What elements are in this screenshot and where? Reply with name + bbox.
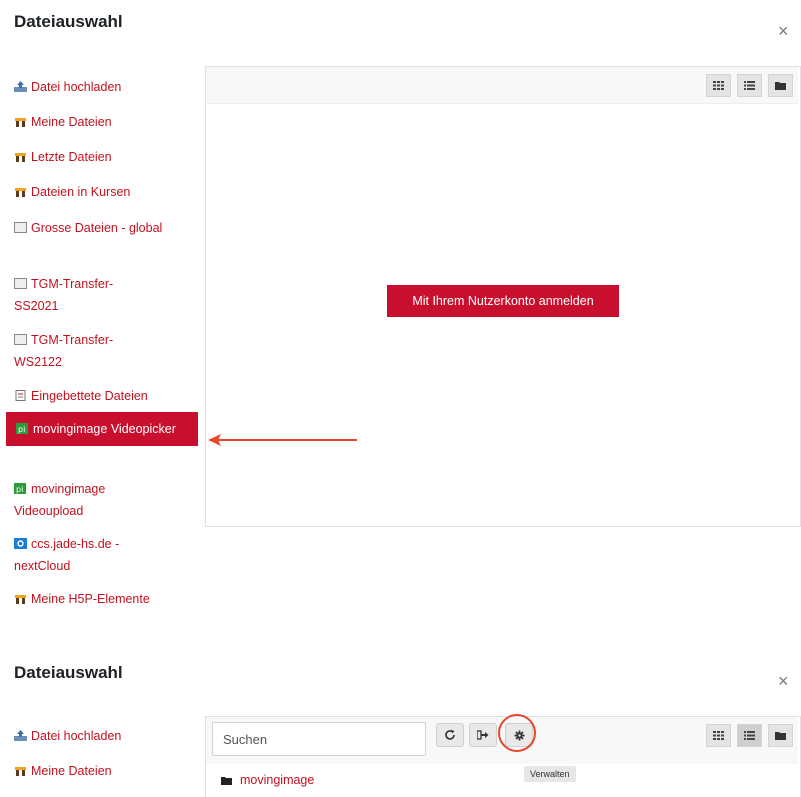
annotation-circle	[498, 714, 536, 752]
logout-button[interactable]	[469, 723, 497, 747]
sidebar-item-label: Dateien in Kursen	[31, 185, 131, 199]
nextcloud-icon	[14, 538, 27, 549]
refresh-button[interactable]	[436, 723, 464, 747]
sidebar-item-label: Datei hochladen	[31, 729, 122, 743]
dialog-title: Dateiauswahl	[14, 12, 123, 31]
folder-item-movingimage[interactable]: movingimage	[221, 773, 314, 787]
refresh-icon	[445, 729, 455, 740]
sidebar-item-tgm-ws2122[interactable]: TGM-Transfer-WS2122	[14, 329, 139, 373]
sidebar-item-label: Datei hochladen	[31, 80, 122, 94]
sidebar-item-label: Meine Dateien	[31, 115, 112, 129]
grid-icon	[713, 731, 724, 740]
sidebar-item-label: Eingebettete Dateien	[31, 389, 148, 403]
repository-icon	[14, 222, 27, 233]
icon-view-button[interactable]	[706, 724, 731, 747]
sidebar-item-label: TGM-Transfer-WS2122	[14, 333, 114, 369]
upload-icon	[14, 81, 27, 92]
close-icon[interactable]: ×	[778, 672, 789, 690]
search-placeholder: Suchen	[223, 731, 268, 747]
folder-icon	[775, 732, 786, 740]
user-files-icon	[15, 118, 26, 127]
login-button[interactable]: Mit Ihrem Nutzerkonto anmelden	[387, 285, 619, 317]
user-files-icon	[15, 188, 26, 197]
sidebar-item-movingimage-videopicker[interactable]: pi movingimage Videopicker	[6, 412, 198, 446]
embedded-files-icon	[15, 390, 26, 401]
sidebar-item-upload[interactable]: Datei hochladen	[14, 725, 194, 747]
list-view-button[interactable]	[737, 724, 762, 747]
repository-icon	[14, 334, 27, 345]
sidebar-item-label: Meine Dateien	[31, 764, 112, 778]
sidebar-item-recent-files[interactable]: Letzte Dateien	[14, 146, 194, 168]
icon-view-button[interactable]	[706, 74, 731, 97]
folder-icon	[221, 777, 232, 785]
movingimage-icon: pi	[14, 483, 26, 494]
sidebar-item-label: Letzte Dateien	[31, 150, 112, 164]
sidebar-item-label: ccs.jade-hs.de - nextCloud	[14, 537, 120, 573]
sidebar-item-label: Grosse Dateien - global	[31, 221, 163, 235]
upload-icon	[14, 730, 27, 741]
svg-text:pi: pi	[18, 425, 25, 434]
list-icon	[744, 81, 755, 90]
sidebar-item-label: movingimage Videoupload	[14, 482, 106, 518]
svg-text:pi: pi	[16, 485, 23, 494]
sidebar-item-embedded-files[interactable]: Eingebettete Dateien	[14, 385, 194, 407]
repository-icon	[14, 278, 27, 289]
sidebar-item-label: movingimage Videopicker	[33, 422, 176, 436]
tree-view-button[interactable]	[768, 724, 793, 747]
movingimage-icon: pi	[16, 423, 28, 434]
folder-icon	[775, 82, 786, 90]
list-view-button[interactable]	[737, 74, 762, 97]
close-icon[interactable]: ×	[778, 22, 789, 40]
dialog-title: Dateiauswahl	[14, 663, 123, 682]
annotation-arrow-icon	[208, 434, 357, 446]
sidebar-item-my-files[interactable]: Meine Dateien	[14, 111, 194, 133]
sidebar-item-nextcloud[interactable]: ccs.jade-hs.de - nextCloud	[14, 533, 154, 577]
sidebar-item-large-files[interactable]: Grosse Dateien - global	[14, 217, 164, 239]
sidebar-item-h5p[interactable]: Meine H5P-Elemente	[14, 588, 194, 610]
search-input[interactable]: Suchen	[212, 722, 426, 756]
sidebar-item-tgm-ss2021[interactable]: TGM-Transfer-SS2021	[14, 273, 139, 317]
sidebar-item-course-files[interactable]: Dateien in Kursen	[14, 181, 194, 203]
tooltip: Verwalten	[524, 766, 576, 782]
tree-view-button[interactable]	[768, 74, 793, 97]
folder-item-label: movingimage	[240, 773, 315, 787]
sidebar-item-label: Meine H5P-Elemente	[31, 592, 150, 606]
list-icon	[744, 731, 755, 740]
user-files-icon	[15, 153, 26, 162]
sidebar-item-upload[interactable]: Datei hochladen	[14, 76, 194, 98]
sidebar-item-label: TGM-Transfer-SS2021	[14, 277, 114, 313]
sign-out-icon	[477, 730, 489, 740]
sidebar-item-my-files[interactable]: Meine Dateien	[14, 760, 194, 782]
user-files-icon	[15, 595, 26, 604]
user-files-icon	[15, 767, 26, 776]
grid-icon	[713, 81, 724, 90]
sidebar-item-movingimage-videoupload[interactable]: pi movingimage Videoupload	[14, 478, 139, 522]
